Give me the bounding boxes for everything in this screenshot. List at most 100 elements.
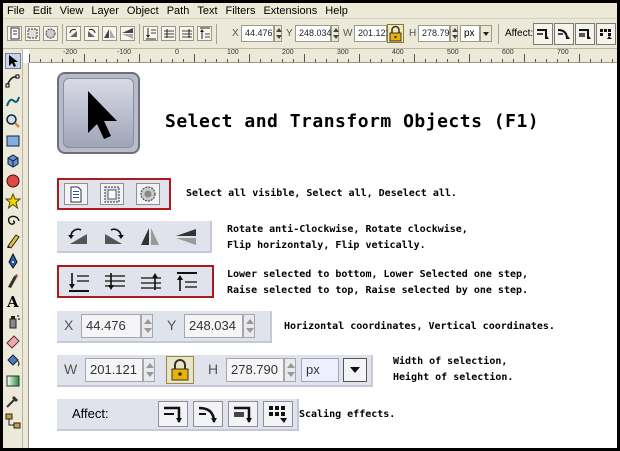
calligraphy-tool-button[interactable]: [5, 273, 21, 289]
width-field[interactable]: 201.121: [354, 25, 391, 42]
y-spinner[interactable]: [331, 25, 339, 42]
ruler-tick: [381, 59, 382, 62]
spiral-tool-button[interactable]: [5, 213, 21, 229]
ruler-tick: [128, 59, 129, 62]
width-spinner[interactable]: [143, 358, 155, 382]
toolbar-separator: [498, 24, 499, 44]
unit-select[interactable]: px: [301, 358, 339, 382]
horizontal-ruler[interactable]: -200 -100 0 100 200 300 400 500 600 700: [29, 49, 617, 63]
height-field[interactable]: 278.790: [226, 358, 284, 382]
width-field[interactable]: 201.121: [85, 358, 143, 382]
unit-select[interactable]: px: [460, 25, 480, 42]
drawing-canvas[interactable]: Select and Transform Objects (F1) Select…: [30, 64, 617, 448]
unit-dropdown-button[interactable]: [343, 358, 367, 382]
height-field[interactable]: 278.790: [418, 25, 455, 42]
toolbar-separator: [216, 24, 217, 44]
y-coordinate-field[interactable]: 248.034: [184, 314, 243, 338]
3d-box-tool-button[interactable]: [5, 153, 21, 169]
flip-vertical-button[interactable]: [173, 225, 199, 248]
scale-stroke-button[interactable]: [158, 401, 188, 427]
lower-one-step-button[interactable]: [101, 270, 129, 294]
3d-box-icon: [7, 154, 19, 168]
text-tool-button[interactable]: A: [5, 293, 21, 309]
flip-horizontal-button[interactable]: [137, 225, 163, 248]
height-spinner[interactable]: [450, 25, 458, 42]
menu-filters[interactable]: Filters: [226, 5, 256, 17]
rotate-ccw-button[interactable]: [65, 225, 91, 248]
menu-help[interactable]: Help: [325, 5, 348, 17]
flip-horizontal-button[interactable]: [102, 26, 117, 41]
rotate-ccw-button[interactable]: [66, 26, 81, 41]
tweak-tool-button[interactable]: [5, 93, 21, 109]
menu-object[interactable]: Object: [127, 5, 159, 17]
select-all-visible-button[interactable]: [64, 183, 88, 205]
x-spinner[interactable]: [274, 25, 282, 42]
lock-ratio-button[interactable]: [166, 356, 194, 384]
transform-patterns-icon: [600, 29, 612, 39]
spray-tool-button[interactable]: [5, 313, 21, 329]
lower-to-bottom-button[interactable]: [65, 270, 93, 294]
transform-gradients-button[interactable]: [228, 401, 258, 427]
vertical-ruler[interactable]: [23, 63, 29, 448]
select-all-visible-button[interactable]: [7, 26, 22, 41]
x-label: X: [232, 28, 239, 39]
rotate-cw-button[interactable]: [101, 225, 127, 248]
ruler-tick: [172, 59, 173, 62]
pencil-tool-button[interactable]: [5, 233, 21, 249]
transform-patterns-button[interactable]: [596, 23, 616, 45]
scale-corners-button[interactable]: [554, 23, 574, 45]
raise-one-step-button[interactable]: [137, 270, 165, 294]
deselect-button[interactable]: [136, 183, 160, 205]
ruler-tick: [194, 54, 195, 62]
selector-tool-button[interactable]: [5, 53, 21, 69]
deselect-button[interactable]: [43, 26, 58, 41]
eraser-tool-button[interactable]: [5, 333, 21, 349]
transform-gradients-button[interactable]: [575, 23, 595, 45]
magnifier-icon: [6, 114, 20, 128]
pen-tool-button[interactable]: [5, 253, 21, 269]
x-coordinate-field[interactable]: 44.476: [81, 314, 141, 338]
scale-stroke-button[interactable]: [533, 23, 553, 45]
transform-patterns-button[interactable]: [263, 401, 293, 427]
menu-path[interactable]: Path: [167, 5, 190, 17]
y-spinner[interactable]: [243, 314, 255, 338]
x-spinner[interactable]: [141, 314, 153, 338]
menu-edit[interactable]: Edit: [33, 5, 52, 17]
lock-ratio-button[interactable]: [387, 24, 404, 43]
eraser-icon: [6, 335, 20, 349]
height-spinner[interactable]: [284, 358, 296, 382]
menu-extensions[interactable]: Extensions: [263, 5, 317, 17]
select-all-button[interactable]: [100, 183, 124, 205]
gradient-tool-button[interactable]: [5, 373, 21, 389]
menu-view[interactable]: View: [60, 5, 84, 17]
x-coordinate-field[interactable]: 44.476: [241, 25, 274, 42]
rectangle-tool-button[interactable]: [5, 133, 21, 149]
connector-tool-button[interactable]: [5, 413, 21, 429]
menu-layer[interactable]: Layer: [91, 5, 119, 17]
lower-one-step-button[interactable]: [161, 26, 176, 41]
zoom-tool-button[interactable]: [5, 113, 21, 129]
lower-to-bottom-button[interactable]: [143, 26, 158, 41]
screenshot-frame: File Edit View Layer Object Path Text Fi…: [0, 0, 620, 451]
affect-panel: Affect:: [57, 399, 299, 431]
ellipse-tool-button[interactable]: [5, 173, 21, 189]
ruler-tick: [568, 59, 569, 62]
menu-text[interactable]: Text: [197, 5, 217, 17]
node-tool-button[interactable]: [5, 73, 21, 89]
menu-file[interactable]: File: [7, 5, 25, 17]
dropper-tool-button[interactable]: [5, 393, 21, 409]
rotate-cw-button[interactable]: [84, 26, 99, 41]
y-coordinate-field[interactable]: 248.034: [295, 25, 332, 42]
select-all-button[interactable]: [25, 26, 40, 41]
ruler-tick: [106, 59, 107, 62]
unit-dropdown-button[interactable]: [480, 25, 492, 42]
paint-bucket-tool-button[interactable]: [5, 353, 21, 369]
scale-corners-button[interactable]: [193, 401, 223, 427]
ellipse-icon: [6, 174, 20, 188]
raise-to-top-button[interactable]: [197, 26, 212, 41]
scale-stroke-icon: [164, 406, 182, 423]
raise-one-step-button[interactable]: [179, 26, 194, 41]
raise-to-top-button[interactable]: [173, 270, 201, 294]
flip-vertical-button[interactable]: [120, 26, 135, 41]
star-tool-button[interactable]: [5, 193, 21, 209]
